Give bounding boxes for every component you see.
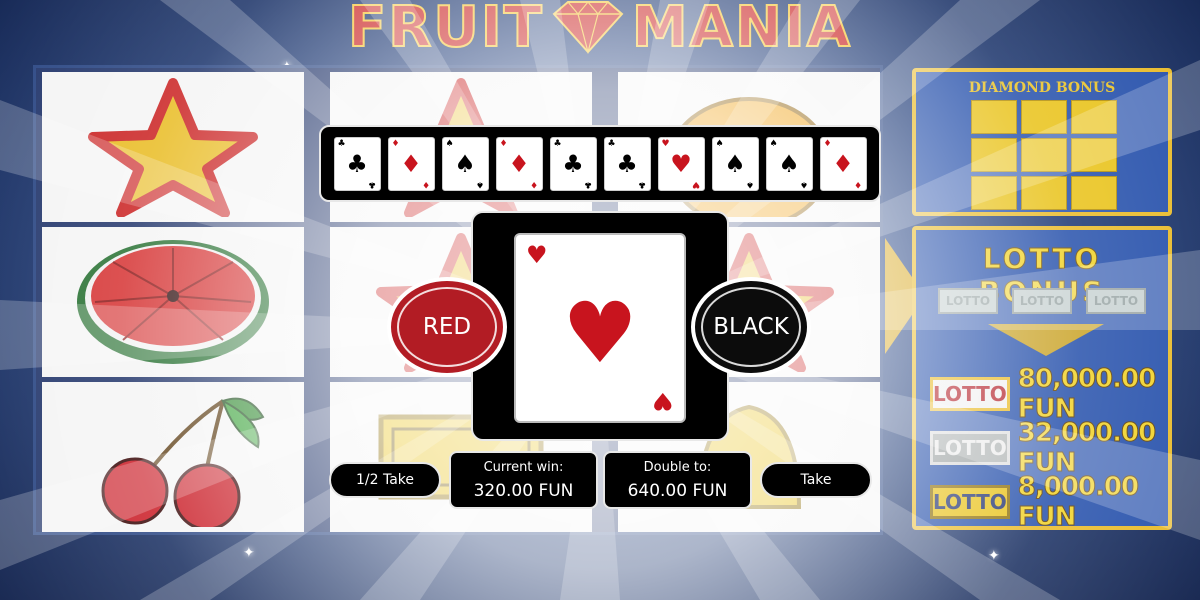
- lotto-ticket: LOTTO: [938, 288, 998, 314]
- history-card: ♥ ♥ ♥: [657, 136, 705, 191]
- heart-suit-icon: ♥: [562, 284, 638, 382]
- watermelon-icon: [77, 240, 269, 364]
- card-history: ♣ ♣ ♣ ♦ ♦ ♦ ♠ ♠ ♠ ♦ ♦ ♦ ♣ ♣ ♣ ♣ ♣ ♣ ♥ ♥ ♥ ♠ ♠ ♠ ♠ ♠ ♠ ♦ ♦ ♦: [319, 125, 881, 202]
- cherries-icon: [101, 397, 265, 527]
- lotto-tickets: LOTTO LOTTO LOTTO: [938, 288, 1146, 314]
- suit-icon: ♠: [724, 149, 746, 178]
- history-card: ♣ ♣ ♣: [549, 136, 597, 191]
- lotto-prize-amount: 8,000.00 FUN: [1017, 472, 1139, 530]
- lotto-prize-row: LOTTO 32,000.00 FUN: [930, 418, 1168, 479]
- black-button-label: BLACK: [713, 314, 789, 340]
- title-word-fruit: FRUIT: [347, 0, 544, 61]
- history-card: ♠ ♠ ♠: [711, 136, 759, 191]
- suit-icon: ♦: [400, 149, 422, 178]
- diamond-slot: [1021, 176, 1067, 210]
- diamond-bonus-title: DIAMOND BONUS: [968, 80, 1116, 96]
- history-card: ♦ ♦ ♦: [387, 136, 435, 191]
- suit-icon: ♦: [832, 149, 854, 178]
- card-corner-suit-icon: ♠: [746, 178, 755, 189]
- suit-icon: ♠: [778, 149, 800, 178]
- half-take-button[interactable]: 1/2 Take: [329, 462, 441, 498]
- card-corner-suit-icon: ♥: [661, 138, 670, 149]
- diamond-slot: [1071, 138, 1117, 172]
- take-button[interactable]: Take: [760, 462, 872, 498]
- card-corner-suit-icon: ♠: [445, 138, 454, 149]
- diamond-slot: [971, 138, 1017, 172]
- diamond-slot: [1071, 176, 1117, 210]
- lotto-prize-amount: 32,000.00 FUN: [1017, 418, 1156, 479]
- diamond-bonus-grid: [971, 100, 1117, 210]
- title-word-mania: MANIA: [631, 0, 852, 61]
- red-button[interactable]: RED: [387, 277, 507, 377]
- card-corner-suit-icon: ♠: [769, 138, 778, 149]
- game-title: FRUIT MANIA: [255, 0, 945, 61]
- suit-icon: ♣: [346, 149, 368, 178]
- diamond-bonus-panel: DIAMOND BONUS: [912, 68, 1172, 216]
- lotto-ticket: LOTTO: [1086, 288, 1146, 314]
- lotto-bonus-panel: LOTTO BONUS LOTTO LOTTO LOTTO LOTTO 80,0…: [912, 226, 1172, 530]
- card-corner-suit-icon: ♣: [584, 178, 593, 189]
- card-corner-suit-icon: ♣: [553, 138, 562, 149]
- card-corner-suit-icon: ♦: [499, 138, 508, 149]
- suit-icon: ♠: [454, 149, 476, 178]
- double-to-value: 640.00 FUN: [627, 480, 728, 501]
- lotto-ticket: LOTTO: [1012, 288, 1072, 314]
- current-win-box: Current win: 320.00 FUN: [449, 451, 598, 509]
- suit-icon: ♥: [670, 149, 692, 178]
- suit-icon: ♦: [508, 149, 530, 178]
- card-corner-suit-icon: ♠: [476, 178, 485, 189]
- diamond-slot: [1021, 100, 1067, 134]
- diamond-slot: [1071, 100, 1117, 134]
- history-card: ♦ ♦ ♦: [495, 136, 543, 191]
- history-card: ♠ ♠ ♠: [765, 136, 813, 191]
- lotto-badge-red: LOTTO: [930, 377, 1010, 411]
- sparkle-icon: ✦: [243, 545, 255, 561]
- history-card: ♣ ♣ ♣: [603, 136, 651, 191]
- card-corner-suit-icon: ♥: [692, 178, 701, 189]
- lotto-badge-gold: LOTTO: [930, 485, 1010, 519]
- reel-cell: [42, 227, 304, 377]
- card-corner-suit-icon: ♥: [526, 241, 548, 269]
- card-corner-suit-icon: ♦: [823, 138, 832, 149]
- reel-cell: [42, 72, 304, 222]
- card-corner-suit-icon: ♣: [607, 138, 616, 149]
- lotto-prize-amount: 80,000.00 FUN: [1017, 364, 1156, 425]
- current-win-value: 320.00 FUN: [473, 480, 574, 501]
- card-corner-suit-icon: ♣: [368, 178, 377, 189]
- star-icon: [88, 78, 258, 217]
- card-corner-suit-icon: ♦: [391, 138, 400, 149]
- card-corner-suit-icon: ♠: [800, 178, 809, 189]
- history-card: ♦ ♦ ♦: [819, 136, 867, 191]
- current-win-label: Current win:: [483, 459, 564, 475]
- lotto-badge-silver: LOTTO: [930, 431, 1010, 465]
- suit-icon: ♣: [616, 149, 638, 178]
- diamond-slot: [971, 100, 1017, 134]
- card-corner-suit-icon: ♦: [530, 178, 539, 189]
- sparkle-icon: ✦: [988, 548, 1000, 564]
- red-button-label: RED: [422, 314, 472, 340]
- card-corner-suit-icon: ♦: [422, 178, 431, 189]
- lotto-prize-row: LOTTO 80,000.00 FUN: [930, 364, 1168, 425]
- arrow-down-icon: [988, 324, 1104, 356]
- diamond-logo-icon: [552, 0, 624, 54]
- history-card: ♠ ♠ ♠: [441, 136, 489, 191]
- double-to-box: Double to: 640.00 FUN: [603, 451, 752, 509]
- suit-icon: ♣: [562, 149, 584, 178]
- card-corner-suit-icon: ♣: [337, 138, 346, 149]
- history-card: ♣ ♣ ♣: [333, 136, 381, 191]
- card-corner-suit-icon: ♣: [638, 178, 647, 189]
- card-corner-suit-icon: ♠: [715, 138, 724, 149]
- lotto-prize-row: LOTTO 8,000.00 FUN: [930, 472, 1168, 530]
- diamond-slot: [1021, 138, 1067, 172]
- card-corner-suit-icon: ♥: [652, 387, 674, 415]
- reel-cell: [42, 382, 304, 532]
- current-card: ♥ ♥ ♥: [514, 233, 686, 423]
- black-button[interactable]: BLACK: [691, 277, 811, 377]
- diamond-slot: [971, 176, 1017, 210]
- card-corner-suit-icon: ♦: [854, 178, 863, 189]
- double-to-label: Double to:: [643, 459, 712, 475]
